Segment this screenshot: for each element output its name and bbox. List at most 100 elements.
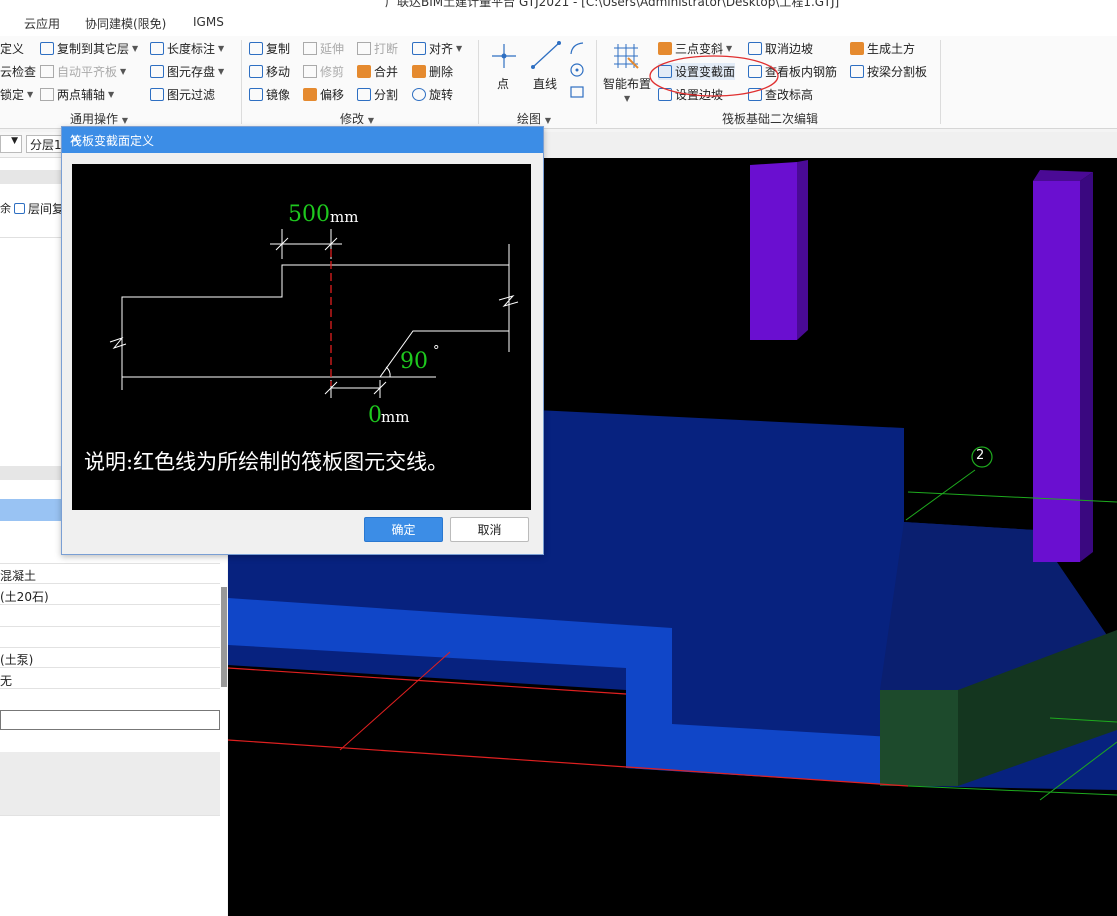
group-label-general[interactable]: 通用操作 ▼ bbox=[70, 110, 128, 127]
column-left-side bbox=[797, 160, 808, 340]
move-label: 移动 bbox=[266, 65, 291, 79]
copy-label: 复制 bbox=[266, 42, 291, 56]
property-row bbox=[0, 752, 220, 774]
chevron-down-icon: ▼ bbox=[456, 44, 463, 53]
extend-label: 延伸 bbox=[320, 42, 345, 56]
delete-label: 删除 bbox=[429, 65, 454, 79]
filter-icon bbox=[150, 88, 164, 101]
interfloor-copy-button[interactable]: 余层间复 bbox=[0, 198, 70, 218]
break-button[interactable]: 打断 bbox=[357, 40, 398, 57]
column-right bbox=[1033, 181, 1080, 562]
copy-floor-icon bbox=[40, 42, 54, 55]
annotation-ellipse bbox=[649, 55, 779, 97]
chevron-down-icon: ▼ bbox=[120, 67, 127, 76]
panel-splitter-handle[interactable] bbox=[221, 587, 227, 687]
chevron-down-icon: ▼ bbox=[108, 90, 115, 99]
delete-button[interactable]: 删除 bbox=[412, 63, 453, 80]
chevron-down-icon: ▼ bbox=[132, 44, 139, 53]
menu-item-collab-modeling[interactable]: 协同建模(限免) bbox=[85, 15, 166, 32]
general-group-label: 通用操作 bbox=[70, 112, 119, 126]
align-slab-icon bbox=[40, 65, 54, 78]
filter-label: 图元过滤 bbox=[167, 88, 216, 102]
top-dim-unit: mm bbox=[330, 208, 359, 226]
smart-layout-label[interactable]: 智能布置 bbox=[603, 75, 651, 92]
break-icon bbox=[357, 42, 371, 55]
point-tool-icon[interactable] bbox=[490, 42, 518, 70]
floor-dropdown-chevron-icon[interactable]: ▼ bbox=[0, 135, 22, 153]
split-button[interactable]: 分割 bbox=[357, 86, 398, 103]
bottom-dim-value: 0 bbox=[368, 403, 382, 428]
property-row bbox=[0, 794, 220, 816]
axis-label: 2 bbox=[976, 448, 985, 463]
smart-layout-icon[interactable] bbox=[610, 40, 642, 72]
offset-label: 偏移 bbox=[320, 88, 345, 102]
align-label: 对齐 bbox=[429, 42, 454, 56]
copy-button[interactable]: 复制 bbox=[249, 40, 290, 57]
align-button[interactable]: 对齐 ▼ bbox=[412, 40, 462, 57]
trim-label: 修剪 bbox=[320, 65, 345, 79]
length-dimension-button[interactable]: 长度标注 ▼ bbox=[150, 40, 224, 57]
floor-select[interactable]: 分层1 bbox=[26, 135, 66, 153]
split-icon bbox=[357, 88, 371, 101]
property-row bbox=[0, 689, 220, 711]
auto-align-slab-button[interactable]: 自动平齐板 ▼ bbox=[40, 63, 126, 80]
trim-button[interactable]: 修剪 bbox=[303, 63, 344, 80]
angle-unit: ° bbox=[433, 344, 440, 359]
define-button[interactable]: 定义 bbox=[0, 40, 24, 57]
property-row bbox=[0, 773, 220, 795]
line-tool-icon[interactable] bbox=[530, 40, 562, 70]
copy-to-other-floor-button[interactable]: 复制到其它层 ▼ bbox=[40, 40, 138, 57]
diagram-note: 说明:红色线为所绘制的筏板图元交线。 bbox=[84, 450, 449, 474]
move-button[interactable]: 移动 bbox=[249, 63, 290, 80]
column-left bbox=[750, 162, 797, 340]
ribbon-divider bbox=[940, 40, 941, 124]
split-slab-by-beam-button[interactable]: 按梁分割板 bbox=[850, 63, 927, 80]
property-row-aggregate[interactable]: (土20石) bbox=[0, 584, 220, 605]
cloud-check-label: 云检查 bbox=[0, 65, 37, 79]
align-icon bbox=[412, 42, 426, 55]
group-label-draw[interactable]: 绘图 ▼ bbox=[517, 110, 551, 127]
split-by-beam-label: 按梁分割板 bbox=[867, 65, 928, 79]
point-tool-label[interactable]: 点 bbox=[497, 75, 509, 92]
length-dim-label: 长度标注 bbox=[167, 42, 216, 56]
ribbon-divider bbox=[241, 40, 242, 124]
property-edit-field[interactable] bbox=[0, 710, 220, 730]
extend-button[interactable]: 延伸 bbox=[303, 40, 344, 57]
delete-icon bbox=[412, 65, 426, 78]
property-row-none[interactable]: 无 bbox=[0, 668, 220, 689]
chevron-down-icon: ▼ bbox=[121, 116, 128, 125]
rotate-button[interactable]: 旋转 bbox=[412, 86, 453, 103]
window-title: 广联达BIM土建计量平台 GTJ2021 - [C:\Users\Adminis… bbox=[385, 0, 840, 9]
offset-button[interactable]: 偏移 bbox=[303, 86, 344, 103]
variable-section-dialog: 筏板变截面定义 × 500 mm 90 ° 0 mm 说明:红色线为所绘制的筏板… bbox=[61, 126, 544, 555]
generate-earthwork-button[interactable]: 生成土方 bbox=[850, 40, 915, 57]
group-label-modify[interactable]: 修改 ▼ bbox=[340, 110, 374, 127]
element-filter-button[interactable]: 图元过滤 bbox=[150, 86, 215, 103]
chevron-down-icon: ▼ bbox=[367, 116, 374, 125]
interfloor-copy-label: 层间复 bbox=[28, 201, 65, 216]
chevron-down-icon: ▼ bbox=[544, 116, 551, 125]
window-title-bar: 广联达BIM土建计量平台 GTJ2021 - [C:\Users\Adminis… bbox=[0, 0, 1117, 10]
ok-button[interactable]: 确定 bbox=[364, 517, 443, 542]
save-element-button[interactable]: 图元存盘 ▼ bbox=[150, 63, 224, 80]
merge-button[interactable]: 合并 bbox=[357, 63, 398, 80]
cancel-button[interactable]: 取消 bbox=[450, 517, 529, 542]
lock-button[interactable]: 锁定 ▼ bbox=[0, 86, 33, 103]
cloud-check-button[interactable]: 云检查 bbox=[0, 63, 36, 80]
mirror-button[interactable]: 镜像 bbox=[249, 86, 290, 103]
property-row-concrete[interactable]: 混凝土 bbox=[0, 563, 220, 584]
menu-item-igms[interactable]: IGMS bbox=[193, 15, 224, 29]
chevron-down-icon[interactable]: ▼ bbox=[624, 94, 630, 103]
column-right-side bbox=[1080, 172, 1093, 562]
draw-group-label: 绘图 bbox=[517, 112, 542, 126]
dialog-title-bar[interactable]: 筏板变截面定义 × bbox=[62, 127, 543, 153]
property-row bbox=[0, 605, 220, 627]
menu-item-cloud-app[interactable]: 云应用 bbox=[24, 15, 60, 32]
close-icon[interactable]: × bbox=[70, 132, 535, 146]
move-icon bbox=[249, 65, 263, 78]
merge-label: 合并 bbox=[374, 65, 399, 79]
two-point-axis-button[interactable]: 两点辅轴 ▼ bbox=[40, 86, 114, 103]
line-tool-label[interactable]: 直线 bbox=[533, 75, 557, 92]
chevron-down-icon: ▼ bbox=[726, 44, 733, 53]
property-row-pump[interactable]: (土泵) bbox=[0, 647, 220, 668]
